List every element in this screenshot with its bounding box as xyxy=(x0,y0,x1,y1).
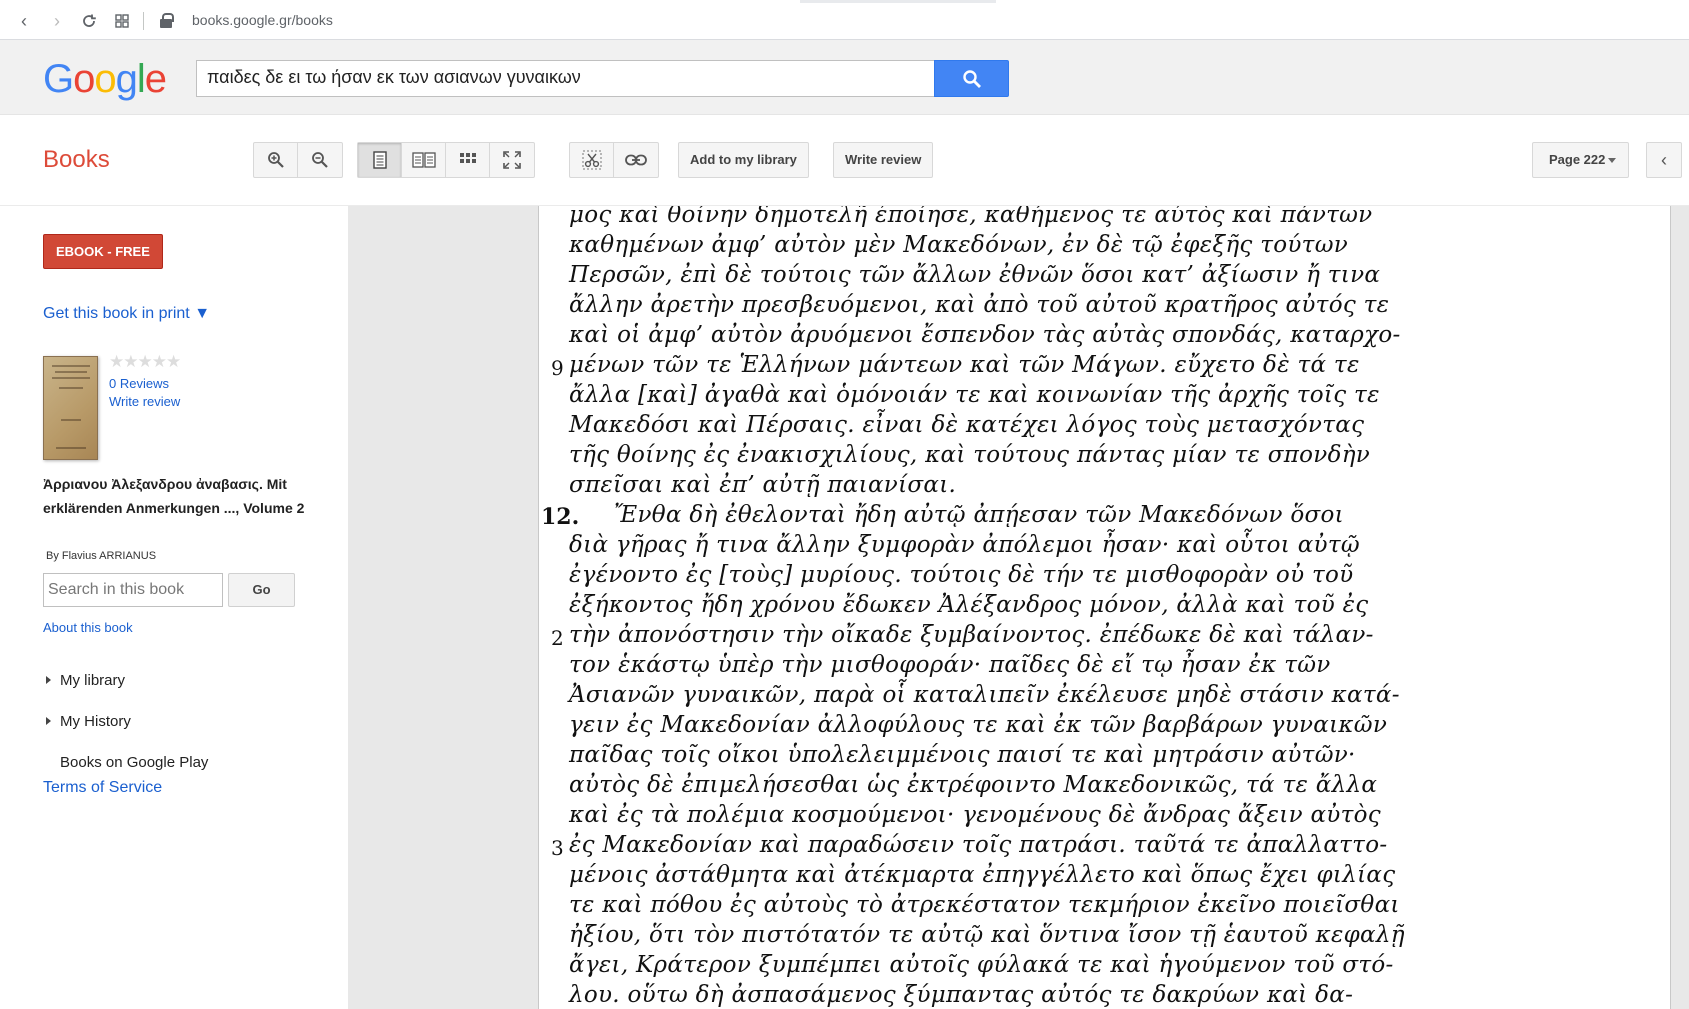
text-line: ἐς Μακεδονίαν καὶ παραδώσειν τοῖς πατράσ… xyxy=(569,832,1388,858)
section-number: 3 xyxy=(551,836,564,860)
view-mode-group xyxy=(357,142,535,178)
link-button[interactable] xyxy=(614,143,658,177)
chapter-number: 12. xyxy=(541,504,580,530)
my-library-item[interactable]: My library xyxy=(46,672,125,689)
forward-icon[interactable]: › xyxy=(46,10,68,32)
single-page-icon xyxy=(372,151,387,169)
page-label: Page 222 xyxy=(1549,152,1606,167)
terms-link[interactable]: Terms of Service xyxy=(43,779,162,797)
text-line: μένοις ἀστάθμητα καὶ ἀτέκμαρτα ἐπηγγέλλε… xyxy=(569,862,1396,888)
text-line: αὐτὸς δὲ ἐπιμελήσεσθαι ὡς ἐκτρέφοιντο Μα… xyxy=(569,772,1378,798)
text-line: λου. οὕτω δὴ ἀσπασάμενος ξύμπαντας αὐτός… xyxy=(569,982,1354,1008)
write-review-link[interactable]: Write review xyxy=(109,394,180,409)
text-line: καὶ οἱ ἀμφ’ αὐτὸν ἀρυόμενοι ἔσπενδον τὰς… xyxy=(569,322,1401,348)
book-author: By Flavius ARRIANUS xyxy=(46,550,157,562)
browser-toolbar: ‹ › books.google.gr/books xyxy=(0,0,1689,40)
clip-button[interactable] xyxy=(570,143,614,177)
fullscreen-button[interactable] xyxy=(490,143,534,177)
text-line: ἐγένοντο ἐς [τοὺς] μυρίους. τούτοις δὲ τ… xyxy=(569,562,1354,588)
text-line: Ἔνθα δὴ ἐθελονταὶ ἤδη αὐτῷ ἀπῄεσαν τῶν Μ… xyxy=(614,502,1344,528)
zoom-out-icon xyxy=(312,152,328,168)
text-line: Μακεδόσι καὶ Πέρσαις. εἶναι δὲ κατέχει λ… xyxy=(569,412,1365,438)
text-line: καὶ ἐς τὰ πολέμια κοσμούμενοι· γενομένου… xyxy=(569,802,1381,828)
add-to-library-button[interactable]: Add to my library xyxy=(678,142,809,178)
text-line: Ἀσιανῶν γυναικῶν, παρὰ οἷ καταλιπεῖν ἐκέ… xyxy=(569,682,1400,708)
write-review-button[interactable]: Write review xyxy=(833,142,934,178)
section-number: 2 xyxy=(551,626,564,650)
ebook-free-button[interactable]: EBOOK - FREE xyxy=(43,234,163,269)
triangle-right-icon xyxy=(46,676,51,685)
link-icon xyxy=(625,154,647,166)
text-line: τὴν ἀπονόστησιν τὴν οἴκαδε ξυμβαίνοντος.… xyxy=(569,622,1374,648)
text-line: ἄγει, Κράτερον ξυμπέμπει αὐτοῖς φύλακά τ… xyxy=(569,952,1394,978)
two-page-button[interactable] xyxy=(402,143,446,177)
go-button[interactable]: Go xyxy=(228,573,295,607)
reviews-link[interactable]: 0 Reviews xyxy=(109,376,169,391)
text-line: ἄλλην ἀρετὴν πρεσβευόμενοι, καὶ ἀπὸ τοῦ … xyxy=(569,292,1390,318)
text-line: ἐξήκοντος ἤδη χρόνου ἔδωκεν Ἀλέξανδρος μ… xyxy=(569,592,1369,618)
text-line: παῖδας τοῖς οἴκοι ὑπολελειμμένοις παισί … xyxy=(569,742,1356,768)
text-line: γειν ἐς Μακεδονίαν ἀλλοφύλους τε καὶ ἐκ … xyxy=(569,712,1388,738)
fullscreen-icon xyxy=(503,151,521,169)
search-icon xyxy=(963,70,981,88)
zoom-in-button[interactable] xyxy=(254,143,298,177)
single-page-button[interactable] xyxy=(358,143,402,177)
page-selector[interactable]: Page 222 xyxy=(1532,142,1629,178)
zoom-out-button[interactable] xyxy=(298,143,342,177)
google-logo[interactable]: Google xyxy=(43,57,167,102)
search-in-book-input[interactable]: Search in this book xyxy=(43,573,223,607)
tab-indicator xyxy=(800,0,996,3)
sidebar: EBOOK - FREE Get this book in print ▼ ★★… xyxy=(0,206,348,1009)
about-book-link[interactable]: About this book xyxy=(43,620,133,635)
book-title: Ἀρριανου Ἀλεξανδρου ἀναβασις. Mit erklär… xyxy=(43,476,305,516)
chevron-left-icon: ‹ xyxy=(1661,150,1667,170)
rating-stars: ★★★★★ xyxy=(109,352,181,371)
search-header: Google παιδες δε ει τω ήσαν εκ των ασιαν… xyxy=(0,40,1689,115)
zoom-group xyxy=(253,142,343,178)
search-button[interactable] xyxy=(934,60,1009,97)
nav-label: My History xyxy=(60,713,131,730)
nav-label: Books on Google Play xyxy=(60,754,209,771)
book-viewer[interactable]: μος καὶ θοίνην δημοτελῆ ἐποίησε, καθήμεν… xyxy=(348,206,1689,1009)
two-page-icon xyxy=(411,152,436,168)
zoom-in-icon xyxy=(267,152,284,168)
text-line: καθημένων ἀμφ’ αὐτὸν μὲν Μακεδόνων, ἐν δ… xyxy=(569,232,1349,258)
grid-icon xyxy=(459,153,476,163)
section-number: 9 xyxy=(551,356,564,380)
thumbnails-button[interactable] xyxy=(446,143,490,177)
my-history-item[interactable]: My History xyxy=(46,713,131,730)
text-line: σπεῖσαι καὶ ἐπ’ αὐτῇ παιανίσαι. xyxy=(569,472,957,498)
clip-link-group xyxy=(569,142,659,178)
scissors-icon xyxy=(582,150,601,170)
url-bar[interactable]: books.google.gr/books xyxy=(192,12,333,28)
text-line: ἠξίου, ὅτι τὸν πιστότατόν τε αὐτῷ καὶ ὅν… xyxy=(569,922,1405,948)
back-icon[interactable]: ‹ xyxy=(13,10,35,32)
get-in-print-link[interactable]: Get this book in print ▼ xyxy=(43,305,210,323)
books-toolbar: Books Add to my library Write review Pag… xyxy=(0,115,1689,206)
caret-down-icon xyxy=(1608,158,1616,163)
text-line: τον ἑκάστῳ ὑπὲρ τὴν μισθοφοράν· παῖδες δ… xyxy=(569,652,1331,678)
triangle-right-icon xyxy=(46,717,51,726)
search-input[interactable]: παιδες δε ει τω ήσαν εκ των ασιανων γυνα… xyxy=(196,60,934,97)
lock-icon[interactable] xyxy=(160,13,174,28)
text-line: διὰ γῆρας ἤ τινα ἄλλην ξυμφορὰν ἀπόλεμοι… xyxy=(569,532,1360,558)
book-page[interactable]: μος καὶ θοίνην δημοτελῆ ἐποίησε, καθήμεν… xyxy=(538,206,1671,1009)
text-line: μένων τῶν τε Ἑλλήνων μάντεων καὶ τῶν Μάγ… xyxy=(569,352,1360,378)
text-line: ἄλλα [καὶ] ἀγαθὰ καὶ ὁμόνοιάν τε καὶ κοι… xyxy=(569,382,1380,408)
reload-icon[interactable] xyxy=(78,10,100,32)
text-line: μος καὶ θοίνην δημοτελῆ ἐποίησε, καθήμεν… xyxy=(569,206,1373,228)
book-cover[interactable] xyxy=(43,356,98,460)
text-line: τε καὶ πόθου ἐς αὐτοὺς τὸ ἀτρεκέστατον τ… xyxy=(569,892,1400,918)
collapse-button[interactable]: ‹ xyxy=(1646,142,1682,178)
text-line: Περσῶν, ἐπὶ δὲ τούτοις τῶν ἄλλων ἐθνῶν ὅ… xyxy=(569,262,1381,288)
nav-label: My library xyxy=(60,672,126,689)
apps-icon[interactable] xyxy=(111,10,133,32)
divider xyxy=(143,12,144,30)
text-line: τῆς θοίνης ἐς ἐνακισχιλίους, καὶ τούτους… xyxy=(569,442,1371,468)
books-on-play-item[interactable]: Books on Google Play xyxy=(60,754,208,771)
books-label[interactable]: Books xyxy=(43,146,110,174)
